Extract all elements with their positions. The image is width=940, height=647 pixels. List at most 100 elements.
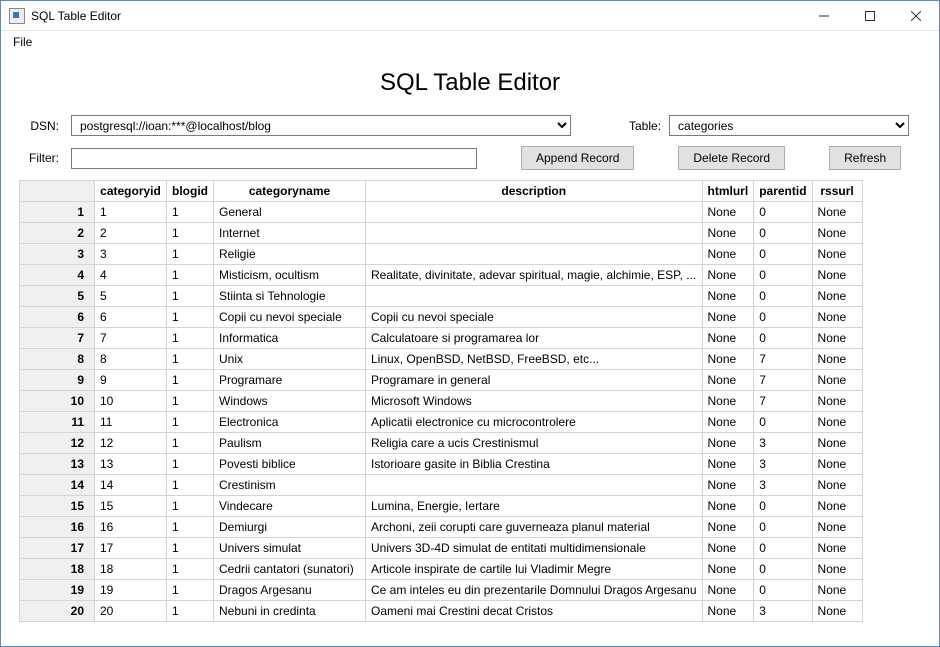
delete-record-button[interactable]: Delete Record — [678, 146, 785, 170]
row-header[interactable]: 9 — [20, 370, 95, 391]
col-categoryname[interactable]: categoryname — [214, 181, 366, 202]
cell-categoryid[interactable]: 2 — [95, 223, 167, 244]
cell-rssurl[interactable]: None — [812, 412, 862, 433]
cell-description[interactable]: Microsoft Windows — [366, 391, 703, 412]
row-header[interactable]: 12 — [20, 433, 95, 454]
cell-htmlurl[interactable]: None — [702, 349, 754, 370]
row-header[interactable]: 15 — [20, 496, 95, 517]
cell-htmlurl[interactable]: None — [702, 265, 754, 286]
row-header[interactable]: 19 — [20, 580, 95, 601]
table-row[interactable]: 11111ElectronicaAplicatii electronice cu… — [20, 412, 863, 433]
cell-categoryid[interactable]: 10 — [95, 391, 167, 412]
cell-parentid[interactable]: 0 — [754, 202, 812, 223]
cell-rssurl[interactable]: None — [812, 349, 862, 370]
cell-rssurl[interactable]: None — [812, 454, 862, 475]
cell-categoryid[interactable]: 11 — [95, 412, 167, 433]
cell-blogid[interactable]: 1 — [167, 202, 214, 223]
cell-blogid[interactable]: 1 — [167, 349, 214, 370]
cell-categoryid[interactable]: 4 — [95, 265, 167, 286]
table-row[interactable]: 551Stiinta si TehnologieNone0None — [20, 286, 863, 307]
data-grid-container[interactable]: categoryid blogid categoryname descripti… — [19, 180, 921, 628]
table-row[interactable]: 991ProgramareProgramare in generalNone7N… — [20, 370, 863, 391]
cell-rssurl[interactable]: None — [812, 538, 862, 559]
cell-categoryname[interactable]: Univers simulat — [214, 538, 366, 559]
cell-rssurl[interactable]: None — [812, 433, 862, 454]
cell-htmlurl[interactable]: None — [702, 454, 754, 475]
row-header[interactable]: 17 — [20, 538, 95, 559]
col-htmlurl[interactable]: htmlurl — [702, 181, 754, 202]
cell-categoryid[interactable]: 15 — [95, 496, 167, 517]
cell-categoryid[interactable]: 3 — [95, 244, 167, 265]
cell-categoryid[interactable]: 7 — [95, 328, 167, 349]
cell-categoryid[interactable]: 13 — [95, 454, 167, 475]
cell-parentid[interactable]: 0 — [754, 412, 812, 433]
cell-parentid[interactable]: 7 — [754, 391, 812, 412]
cell-parentid[interactable]: 3 — [754, 475, 812, 496]
cell-categoryname[interactable]: Programare — [214, 370, 366, 391]
cell-htmlurl[interactable]: None — [702, 370, 754, 391]
cell-htmlurl[interactable]: None — [702, 601, 754, 622]
cell-categoryname[interactable]: Unix — [214, 349, 366, 370]
dsn-select[interactable]: postgresql://ioan:***@localhost/blog — [71, 115, 571, 136]
cell-blogid[interactable]: 1 — [167, 412, 214, 433]
cell-categoryname[interactable]: Cedrii cantatori (sunatori) — [214, 559, 366, 580]
cell-categoryname[interactable]: Religie — [214, 244, 366, 265]
cell-htmlurl[interactable]: None — [702, 307, 754, 328]
cell-categoryname[interactable]: Crestinism — [214, 475, 366, 496]
cell-htmlurl[interactable]: None — [702, 391, 754, 412]
cell-parentid[interactable]: 0 — [754, 265, 812, 286]
cell-blogid[interactable]: 1 — [167, 601, 214, 622]
table-row[interactable]: 771InformaticaCalculatoare si programare… — [20, 328, 863, 349]
cell-blogid[interactable]: 1 — [167, 517, 214, 538]
cell-rssurl[interactable]: None — [812, 517, 862, 538]
cell-categoryname[interactable]: Copii cu nevoi speciale — [214, 307, 366, 328]
table-row[interactable]: 14141CrestinismNone3None — [20, 475, 863, 496]
row-header[interactable]: 10 — [20, 391, 95, 412]
cell-rssurl[interactable]: None — [812, 496, 862, 517]
append-record-button[interactable]: Append Record — [521, 146, 634, 170]
cell-htmlurl[interactable]: None — [702, 412, 754, 433]
cell-htmlurl[interactable]: None — [702, 433, 754, 454]
cell-htmlurl[interactable]: None — [702, 538, 754, 559]
close-button[interactable] — [893, 1, 939, 31]
cell-description[interactable]: Istorioare gasite in Biblia Crestina — [366, 454, 703, 475]
col-blogid[interactable]: blogid — [167, 181, 214, 202]
cell-parentid[interactable]: 7 — [754, 349, 812, 370]
cell-categoryid[interactable]: 5 — [95, 286, 167, 307]
cell-categoryid[interactable]: 16 — [95, 517, 167, 538]
cell-categoryid[interactable]: 17 — [95, 538, 167, 559]
cell-categoryid[interactable]: 9 — [95, 370, 167, 391]
cell-blogid[interactable]: 1 — [167, 496, 214, 517]
cell-htmlurl[interactable]: None — [702, 517, 754, 538]
maximize-button[interactable] — [847, 1, 893, 31]
refresh-button[interactable]: Refresh — [829, 146, 901, 170]
table-row[interactable]: 20201Nebuni in credintaOameni mai Cresti… — [20, 601, 863, 622]
cell-blogid[interactable]: 1 — [167, 328, 214, 349]
cell-rssurl[interactable]: None — [812, 391, 862, 412]
cell-description[interactable]: Copii cu nevoi speciale — [366, 307, 703, 328]
cell-blogid[interactable]: 1 — [167, 580, 214, 601]
cell-description[interactable]: Realitate, divinitate, adevar spiritual,… — [366, 265, 703, 286]
cell-parentid[interactable]: 0 — [754, 517, 812, 538]
col-description[interactable]: description — [366, 181, 703, 202]
cell-blogid[interactable]: 1 — [167, 433, 214, 454]
cell-blogid[interactable]: 1 — [167, 370, 214, 391]
cell-parentid[interactable]: 7 — [754, 370, 812, 391]
cell-categoryname[interactable]: Internet — [214, 223, 366, 244]
cell-blogid[interactable]: 1 — [167, 538, 214, 559]
table-row[interactable]: 17171Univers simulatUnivers 3D-4D simula… — [20, 538, 863, 559]
cell-parentid[interactable]: 0 — [754, 286, 812, 307]
row-header[interactable]: 7 — [20, 328, 95, 349]
menu-file[interactable]: File — [5, 33, 40, 51]
table-row[interactable]: 111GeneralNone0None — [20, 202, 863, 223]
table-row[interactable]: 12121PaulismReligia care a ucis Crestini… — [20, 433, 863, 454]
row-header[interactable]: 5 — [20, 286, 95, 307]
row-header[interactable]: 20 — [20, 601, 95, 622]
filter-input[interactable] — [71, 148, 477, 169]
cell-categoryname[interactable]: Dragos Argesanu — [214, 580, 366, 601]
cell-blogid[interactable]: 1 — [167, 265, 214, 286]
cell-rssurl[interactable]: None — [812, 202, 862, 223]
cell-htmlurl[interactable]: None — [702, 559, 754, 580]
cell-parentid[interactable]: 0 — [754, 223, 812, 244]
cell-htmlurl[interactable]: None — [702, 328, 754, 349]
